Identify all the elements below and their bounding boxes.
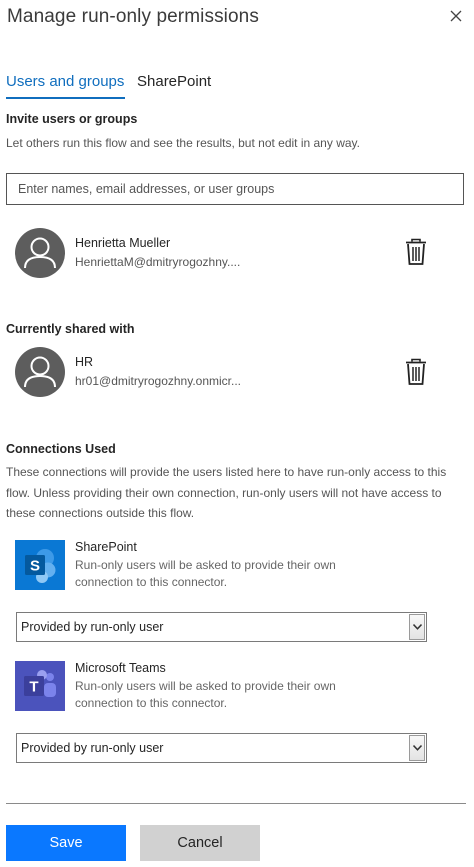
select-value: Provided by run-only user <box>21 620 164 634</box>
panel-title: Manage run-only permissions <box>7 6 259 27</box>
sharepoint-connection-select[interactable]: Provided by run-only user <box>16 612 427 642</box>
avatar <box>15 228 65 278</box>
connector-description: Run-only users will be asked to provide … <box>75 679 336 710</box>
footer-divider <box>6 803 466 804</box>
svg-text:T: T <box>29 679 38 696</box>
invite-description: Let others run this flow and see the res… <box>6 136 360 150</box>
close-icon[interactable] <box>448 8 464 24</box>
connector-name: Microsoft Teams <box>75 661 166 675</box>
teams-icon: T <box>15 661 65 711</box>
select-value: Provided by run-only user <box>21 741 164 755</box>
connections-heading: Connections Used <box>6 442 116 456</box>
teams-connection-select[interactable]: Provided by run-only user <box>16 733 427 763</box>
search-input[interactable] <box>6 173 464 205</box>
save-button[interactable]: Save <box>6 825 126 861</box>
active-tab-indicator <box>6 97 125 99</box>
sharepoint-icon: S <box>15 540 65 590</box>
trash-icon <box>406 358 426 385</box>
trash-icon <box>406 238 426 265</box>
user-email: hr01@dmitryrogozhny.onmicr... <box>75 374 242 388</box>
user-name: Henrietta Mueller <box>75 236 171 250</box>
invite-heading: Invite users or groups <box>6 112 138 126</box>
connections-description: These connections will provide the users… <box>6 465 447 520</box>
delete-shared-user-button[interactable] <box>404 358 428 386</box>
svg-text:S: S <box>30 558 40 575</box>
cancel-button[interactable]: Cancel <box>140 825 260 861</box>
user-name: HR <box>75 355 94 369</box>
avatar <box>15 347 65 397</box>
chevron-down-icon[interactable] <box>409 735 425 761</box>
connector-description: Run-only users will be asked to provide … <box>75 558 336 589</box>
user-email: HenriettaM@dmitryrogozhny.... <box>75 255 241 269</box>
tab-sharepoint[interactable]: SharePoint <box>137 73 211 90</box>
connector-name: SharePoint <box>75 540 137 554</box>
chevron-down-icon[interactable] <box>409 614 425 640</box>
shared-heading: Currently shared with <box>6 322 135 336</box>
tab-users-and-groups[interactable]: Users and groups <box>6 73 124 90</box>
delete-user-button[interactable] <box>404 238 428 266</box>
